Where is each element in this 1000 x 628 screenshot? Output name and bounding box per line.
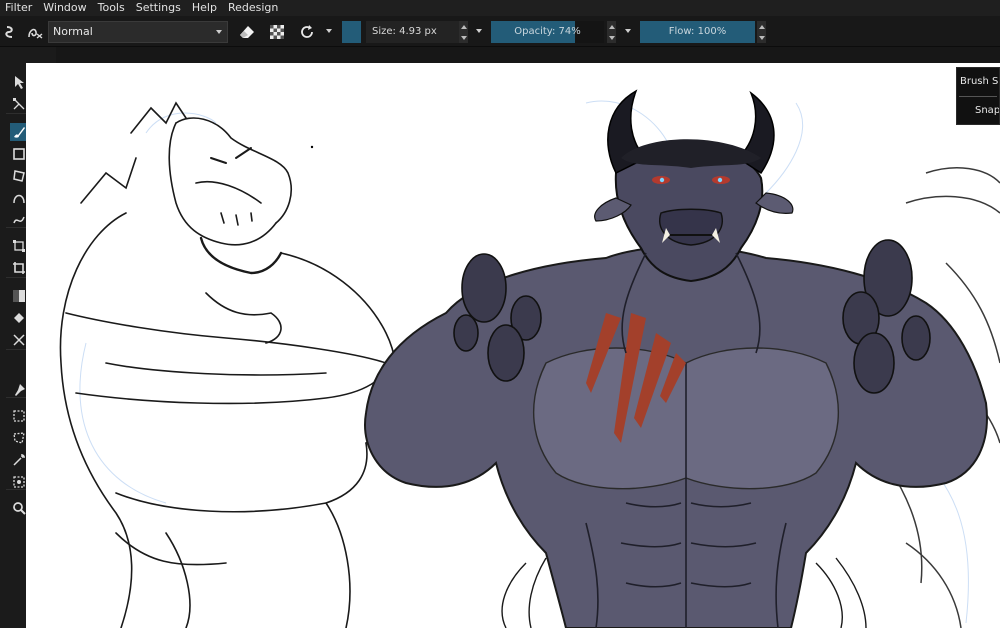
menu-tools[interactable]: Tools [93,0,131,16]
chevron-down-icon[interactable] [625,29,631,33]
chevron-down-icon[interactable] [326,29,332,33]
artwork-image [59,89,1000,628]
chevron-down-icon [216,30,222,34]
flow-spinner[interactable] [757,21,766,43]
size-field[interactable]: Size: 4.93 px [366,21,459,43]
opacity-slider[interactable]: Opacity: 74% [491,21,604,43]
brush-color-swatch[interactable] [342,21,361,43]
snap-button[interactable]: Snap [957,97,999,125]
brush-editor-icon[interactable] [24,21,46,43]
size-label: Size: 4.93 px [372,26,437,37]
flow-label: Flow: 100% [668,26,727,37]
menu-settings[interactable]: Settings [131,0,187,16]
eraser-mode-icon[interactable] [236,21,258,43]
opacity-spinner[interactable] [607,21,616,43]
menu-window[interactable]: Window [38,0,92,16]
reload-preset-icon[interactable] [296,21,318,43]
size-spinner[interactable] [459,21,468,43]
menu-filter[interactable]: Filter [0,0,38,16]
flow-slider[interactable]: Flow: 100% [640,21,755,43]
blend-mode-value: Normal [53,25,93,38]
blend-mode-select[interactable]: Normal [48,21,228,43]
menu-bar: Filter Window Tools Settings Help Redesi… [0,0,1000,16]
floating-palette: Brush Smoothing Snap [956,67,1000,125]
menu-help[interactable]: Help [187,0,223,16]
menu-redesign[interactable]: Redesign [223,0,284,16]
drawing-canvas[interactable] [26,63,1000,628]
preserve-alpha-icon[interactable] [266,21,288,43]
brush-presets-icon[interactable] [0,21,22,43]
opacity-label: Opacity: 74% [514,26,581,37]
canvas-ruler-strip [26,47,1000,63]
tool-options-bar: Normal Size: 4.93 px Opacity: 74% Flow: … [0,16,1000,47]
brush-smoothing-button[interactable]: Brush Smoothing [957,68,999,96]
chevron-down-icon[interactable] [476,29,482,33]
